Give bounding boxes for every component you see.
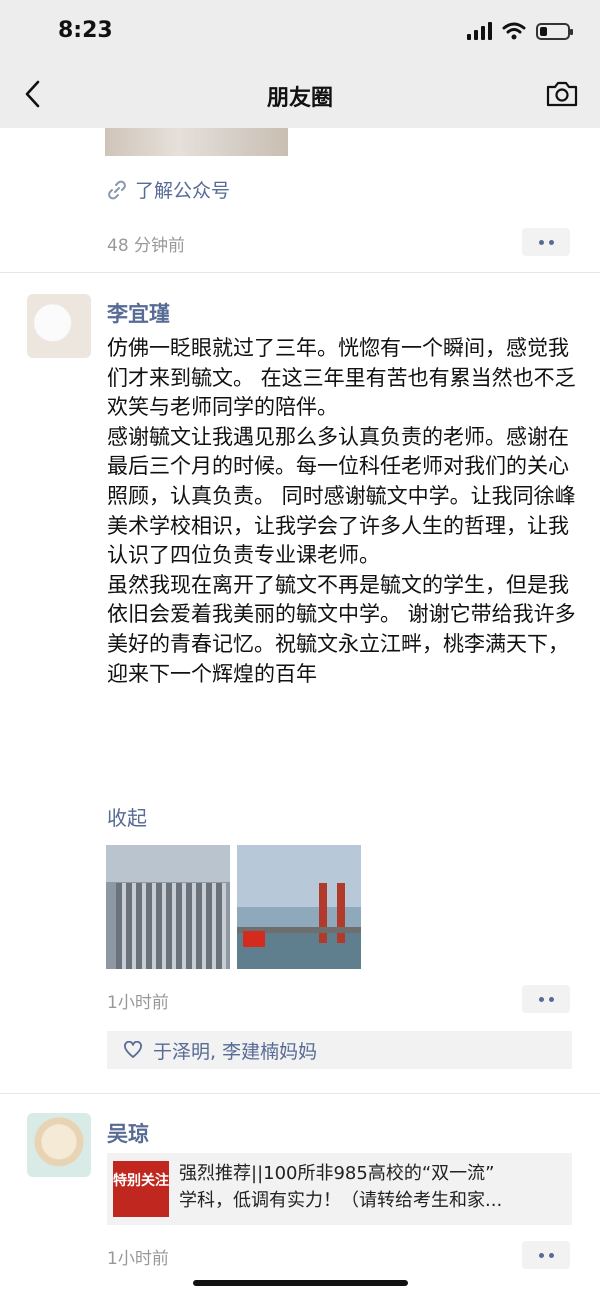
post-divider [0, 1093, 600, 1094]
shared-article-title: 强烈推荐||100所非985高校的“双一流” 学科，低调有实力！（请转给考生和家… [179, 1160, 567, 1214]
home-indicator[interactable] [193, 1280, 408, 1286]
heart-icon [124, 1041, 142, 1058]
status-time: 8:23 [58, 18, 113, 43]
avatar[interactable] [27, 1113, 91, 1177]
post-paragraph: 感谢毓文让我遇见那么多认真负责的老师。感谢在最后三个月的时候。每一位科任老师对我… [107, 424, 576, 568]
dot-icon [538, 1252, 544, 1258]
cellular-signal-icon [467, 22, 492, 40]
post-image-building[interactable] [106, 845, 230, 969]
post-author-name[interactable]: 李宜瑾 [107, 298, 170, 328]
wifi-icon [502, 22, 526, 40]
post-divider [0, 272, 600, 273]
previous-post-time: 48 分钟前 [107, 236, 186, 256]
avatar[interactable] [27, 294, 91, 358]
post-author-name[interactable]: 吴琼 [107, 1118, 149, 1148]
shared-article-title-line: 强烈推荐||100所非985高校的“双一流” [179, 1163, 495, 1184]
likes-box: 于泽明, 李建楠妈妈 [107, 1031, 572, 1069]
post-paragraph: 虽然我现在离开了毓文不再是毓文的学生，但是我依旧会爱着我美丽的毓文中学。 谢谢它… [107, 572, 576, 686]
dot-icon [548, 239, 554, 245]
link-icon [108, 180, 126, 199]
status-icons [467, 22, 573, 40]
likes-names[interactable]: 于泽明, 李建楠妈妈 [153, 1037, 317, 1064]
camera-button[interactable] [544, 78, 580, 110]
dot-icon [548, 996, 554, 1002]
official-account-link-label: 了解公众号 [135, 180, 231, 202]
nav-bar: 朋友圈 [0, 62, 600, 128]
moments-feed[interactable]: 了解公众号 48 分钟前 李宜瑾 仿佛一眨眼就过了三年。恍惚有一个瞬间，感觉我们… [0, 128, 600, 1298]
shared-article-card[interactable]: 特别关注 强烈推荐||100所非985高校的“双一流” 学科，低调有实力！（请转… [107, 1153, 572, 1225]
previous-post-more-button[interactable] [522, 228, 570, 256]
previous-post-image[interactable] [105, 128, 288, 156]
dot-icon [538, 996, 544, 1002]
shared-article-thumbnail: 特别关注 [113, 1161, 169, 1217]
official-account-link[interactable]: 了解公众号 [107, 176, 230, 203]
shared-article-title-line: 学科，低调有实力！（请转给考生和家... [179, 1190, 503, 1211]
post-image-bridge[interactable] [237, 845, 361, 969]
post-more-button[interactable] [522, 985, 570, 1013]
post-more-button[interactable] [522, 1241, 570, 1269]
post-text: 仿佛一眨眼就过了三年。恍惚有一个瞬间，感觉我们才来到毓文。 在这三年里有苦也有累… [107, 334, 577, 689]
camera-icon [546, 81, 578, 107]
battery-icon [536, 22, 573, 40]
post-time: 1小时前 [107, 993, 169, 1013]
post-paragraph: 仿佛一眨眼就过了三年。恍惚有一个瞬间，感觉我们才来到毓文。 在这三年里有苦也有累… [107, 336, 576, 420]
page-title: 朋友圈 [266, 86, 333, 111]
dot-icon [548, 1252, 554, 1258]
dot-icon [538, 239, 544, 245]
status-bar: 8:23 [0, 0, 600, 62]
collapse-link[interactable]: 收起 [107, 802, 147, 831]
post-time: 1小时前 [107, 1249, 169, 1269]
